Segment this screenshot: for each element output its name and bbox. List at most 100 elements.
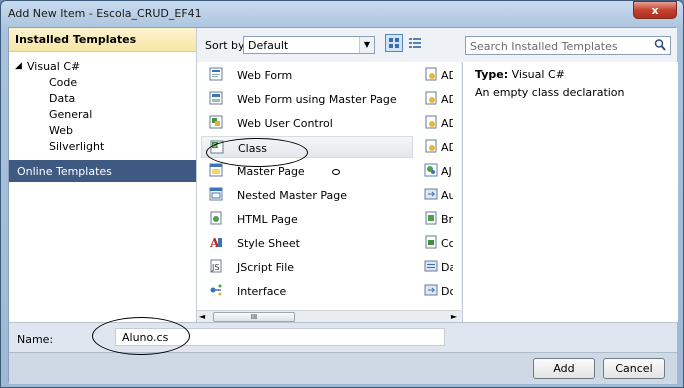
installed-templates-label: Installed Templates (15, 33, 137, 46)
name-value: Aluno.cs (122, 331, 169, 344)
template-label: Br (441, 213, 453, 226)
tree-item-visual-csharp[interactable]: Visual C# (27, 60, 80, 73)
dropdown-arrow-icon: ▼ (359, 37, 374, 53)
nested-master-page-icon (209, 187, 223, 201)
template-item-col2[interactable]: AD (421, 112, 455, 134)
template-item[interactable]: JS JScript File (201, 256, 413, 278)
template-label: AD (441, 117, 453, 130)
add-button[interactable]: Add (533, 358, 595, 379)
online-templates-header[interactable]: Online Templates (9, 160, 196, 182)
window-title: Add New Item - Escola_CRUD_EF41 (8, 7, 202, 20)
small-icons-view-button[interactable] (406, 34, 424, 52)
template-item-selected[interactable]: c# Class (201, 136, 413, 158)
template-label: Class (238, 142, 267, 155)
scroll-right-icon[interactable]: ► (451, 312, 457, 321)
template-item[interactable]: Web User Control (201, 112, 413, 134)
template-item[interactable]: Web Form (201, 64, 413, 86)
template-label: Co (441, 237, 453, 250)
template-item[interactable]: Interface (201, 280, 413, 302)
search-placeholder: Search Installed Templates (470, 40, 618, 53)
tree-item-web[interactable]: Web (49, 124, 73, 137)
template-label: JScript File (237, 261, 295, 274)
template-item[interactable]: HTML Page (201, 208, 413, 230)
name-bar: Name: Aluno.cs (9, 322, 677, 353)
medium-icons-view-button[interactable] (385, 34, 403, 52)
interface-icon (209, 283, 223, 297)
template-label: Da (441, 261, 453, 274)
scroll-left-icon[interactable]: ◄ (199, 312, 205, 321)
list-view-icon (409, 38, 421, 48)
template-item-col2[interactable]: Do (421, 280, 455, 302)
search-icon[interactable] (653, 38, 667, 52)
details-pane: Type: Visual C# An empty class declarati… (462, 62, 678, 322)
ado-entity-icon (424, 67, 438, 81)
installed-templates-header[interactable]: Installed Templates (9, 28, 196, 52)
name-label: Name: (17, 333, 54, 346)
name-input[interactable]: Aluno.cs (115, 328, 445, 346)
close-button[interactable]: x (633, 1, 677, 19)
tree-item-data[interactable]: Data (49, 92, 75, 105)
toolbar: Sort by: Default ▼ Search Installed Temp… (197, 28, 677, 62)
template-item-col2[interactable]: Au (421, 184, 455, 206)
class-icon: c# (210, 140, 224, 154)
template-item[interactable]: Master Page (201, 160, 413, 182)
details-type: Type: Visual C# (475, 68, 565, 81)
dataset-icon (424, 259, 438, 273)
template-item[interactable]: A Style Sheet (201, 232, 413, 254)
template-label: Web User Control (237, 117, 333, 130)
template-item-col2[interactable]: Da (421, 256, 455, 278)
web-form-master-icon (209, 91, 223, 105)
tree-item-general[interactable]: General (49, 108, 92, 121)
web-form-icon (209, 67, 223, 81)
auto-generate-icon (424, 187, 438, 201)
medium-icons-icon (389, 38, 399, 48)
template-label: AD (441, 69, 453, 82)
scroll-thumb[interactable]: III (213, 312, 295, 322)
template-item-col2[interactable]: AD (421, 136, 455, 158)
sort-by-dropdown[interactable]: Default ▼ (243, 36, 375, 54)
template-label: Web Form using Master Page (237, 93, 397, 106)
code-file-icon (424, 235, 438, 249)
ado-entity-icon (424, 115, 438, 129)
button-bar: Add Cancel (9, 352, 677, 384)
title-bar[interactable]: Add New Item - Escola_CRUD_EF41 x (1, 1, 683, 27)
tree-item-code[interactable]: Code (49, 76, 77, 89)
dataset-icon (424, 283, 438, 297)
template-item[interactable]: Web Form using Master Page (201, 88, 413, 110)
tree-item-silverlight[interactable]: Silverlight (49, 140, 104, 153)
template-item-col2[interactable]: Co (421, 232, 455, 254)
template-list: Web Form Web Form using Master Page Web … (197, 62, 461, 312)
template-label: AD (441, 141, 453, 154)
template-label: Interface (237, 285, 287, 298)
template-label: Style Sheet (237, 237, 300, 250)
style-sheet-icon: A (209, 235, 223, 250)
online-templates-label: Online Templates (17, 165, 112, 178)
ado-entity-icon (424, 139, 438, 153)
template-item-col2[interactable]: AJ (421, 160, 455, 182)
template-label: Web Form (237, 69, 293, 82)
template-item-col2[interactable]: Br (421, 208, 455, 230)
template-label: Master Page (237, 165, 305, 178)
svg-text:JS: JS (211, 263, 219, 272)
user-control-icon (209, 115, 223, 129)
browser-file-icon (424, 211, 438, 225)
sort-by-value: Default (248, 39, 289, 52)
dialog-client: Installed Templates ◢ Visual C# Code Dat… (8, 27, 678, 384)
template-categories-pane: Installed Templates ◢ Visual C# Code Dat… (9, 28, 197, 322)
search-installed-templates-input[interactable]: Search Installed Templates (465, 36, 671, 55)
dialog-window: Add New Item - Escola_CRUD_EF41 x Instal… (0, 0, 684, 388)
html-page-icon (209, 211, 223, 225)
template-item-col2[interactable]: AD (421, 64, 455, 86)
template-item[interactable]: Nested Master Page (201, 184, 413, 206)
ajax-icon (424, 163, 438, 177)
expand-arrow-icon[interactable]: ◢ (15, 61, 22, 71)
details-description: An empty class declaration (475, 86, 625, 99)
sort-by-label: Sort by: (205, 39, 248, 52)
template-label: Au (441, 189, 453, 202)
template-item-col2[interactable]: AD (421, 88, 455, 110)
type-label: Type: (475, 68, 509, 81)
cancel-button[interactable]: Cancel (603, 358, 665, 379)
template-label: HTML Page (237, 213, 298, 226)
close-icon: x (651, 3, 659, 17)
template-label: AJ (441, 165, 452, 178)
